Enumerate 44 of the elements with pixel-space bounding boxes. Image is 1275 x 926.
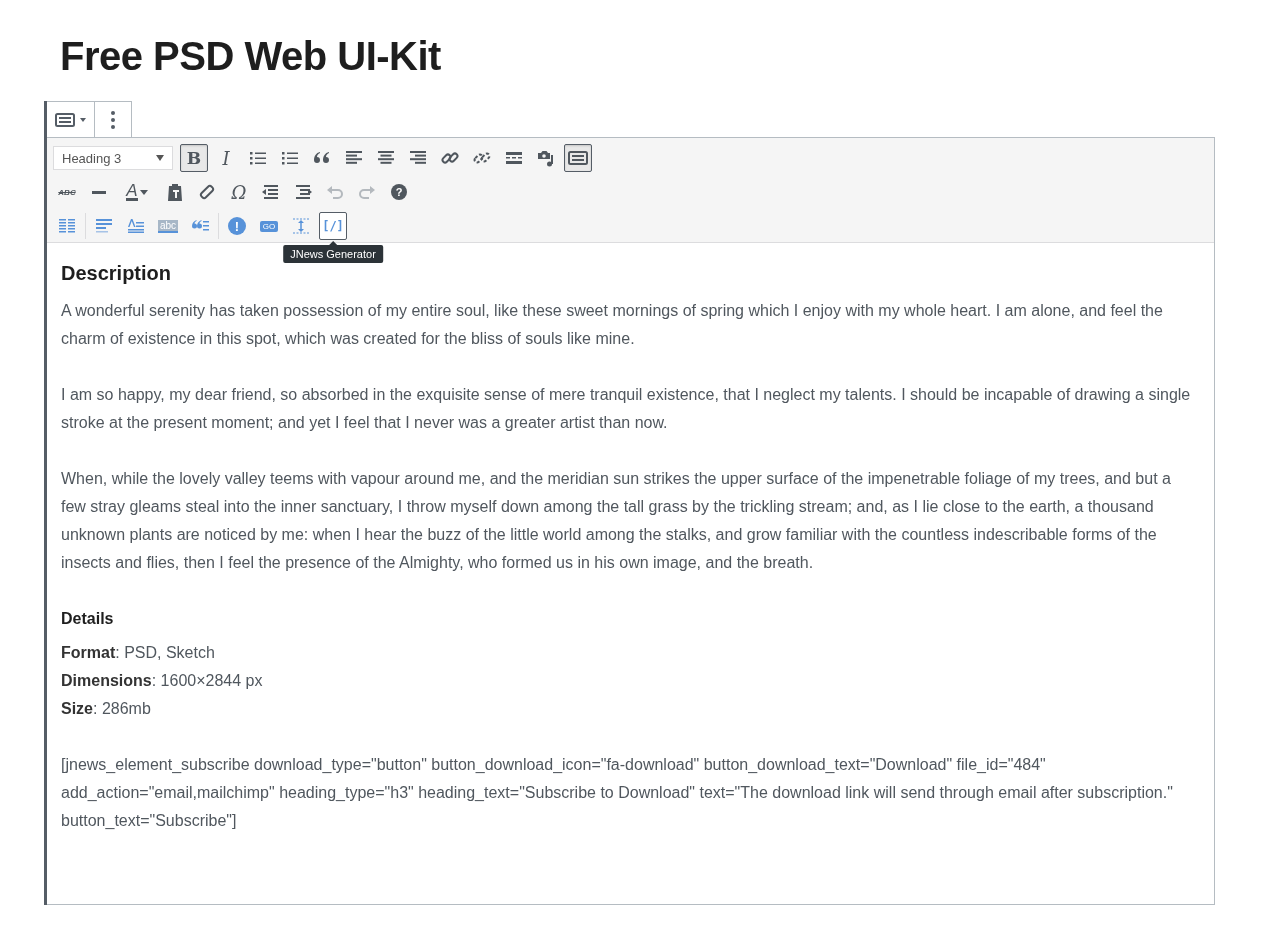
link-icon: [441, 149, 459, 167]
columns-icon: [59, 219, 75, 233]
paragraph-lines-icon: [96, 219, 112, 233]
italic-button[interactable]: I: [212, 144, 240, 172]
caret-icon: [80, 117, 86, 122]
keyboard-icon: [568, 151, 588, 165]
omega-button[interactable]: Ω: [225, 178, 253, 206]
undo-icon: [327, 185, 343, 199]
paragraph: [jnews_element_subscribe download_type="button" button_download_icon="fa-download" button_download_text="Download" file_id="484" add_action="email,mailchimp" heading_type="h3" heading_text="Subscribe to Download" text="The download link will send through email after subscription." button_text="Subscribe"]: [61, 755, 1174, 831]
detail-line: Format: PSD, Sketch: [61, 643, 216, 663]
align-right-icon: [410, 151, 426, 165]
indent-icon: [294, 185, 312, 199]
page-title: Free PSD Web UI-Kit: [60, 34, 442, 79]
numbered-list-icon: [282, 151, 298, 165]
clipboard-icon: [167, 183, 183, 201]
keyboard-button[interactable]: [564, 144, 592, 172]
align-center-icon: [378, 151, 394, 165]
vertical-spacing-icon: [293, 218, 309, 234]
outdent-icon: [262, 185, 280, 199]
section-heading: Description: [61, 261, 173, 286]
bullet-list-icon: [250, 151, 266, 165]
detail-line: Size: 286mb: [61, 699, 152, 719]
align-left-icon: [346, 151, 362, 165]
paragraph: When, while the lovely valley teems with vapour around me, and the meridian sun strikes the upper surface of the impenetrable foliage of my trees, and but a few stray gleams steal into the inner sanctuary, I throw myself down among the tall grass by the trickling stream; and, as I lie close to the earth, a thousand unknown plants are noticed by me: when I hear the buzz of the little world among the stalks, and grow familiar with the countless indescribable forms of the insects and flies, then I feel the presence of the Almighty, who formed us in his own image, and the breath.: [61, 469, 1172, 573]
caret-icon: [139, 189, 148, 195]
strike-button[interactable]: ABC: [53, 178, 81, 206]
paragraph: I am so happy, my dear friend, so absorbed in the exquisite sense of mere tranquil existence, that I neglect my talents. I should be incapable of drawing a single stroke at the present moment; and yet I feel that I never was a greater artist than now.: [61, 385, 1192, 433]
text-color-button[interactable]: A: [117, 178, 157, 206]
help-button[interactable]: ?: [385, 178, 413, 206]
keyboard-icon: [55, 112, 75, 127]
more-icon: [111, 110, 115, 129]
camera-music-icon: [537, 149, 555, 167]
format-select[interactable]: Heading 3: [53, 146, 173, 170]
text-style-icon: [128, 219, 144, 233]
section-heading: Details: [61, 609, 115, 629]
paragraph: A wonderful serenity has taken possession of my entire soul, like these sweet mornings of spring which I enjoy with my whole heart. I am alone, and feel the charm of existence in this spot, which was created for the bliss of souls like mine.: [61, 301, 1164, 349]
read-more-icon: [506, 152, 522, 164]
detail-line: Dimensions: 1600×2844 px: [61, 671, 264, 691]
bold-button[interactable]: B: [180, 144, 208, 172]
caret-icon: [156, 155, 164, 161]
quote-icon: [314, 152, 330, 164]
eraser-icon: [199, 184, 215, 200]
blockquote-icon: [191, 220, 209, 232]
redo-icon: [359, 185, 375, 199]
